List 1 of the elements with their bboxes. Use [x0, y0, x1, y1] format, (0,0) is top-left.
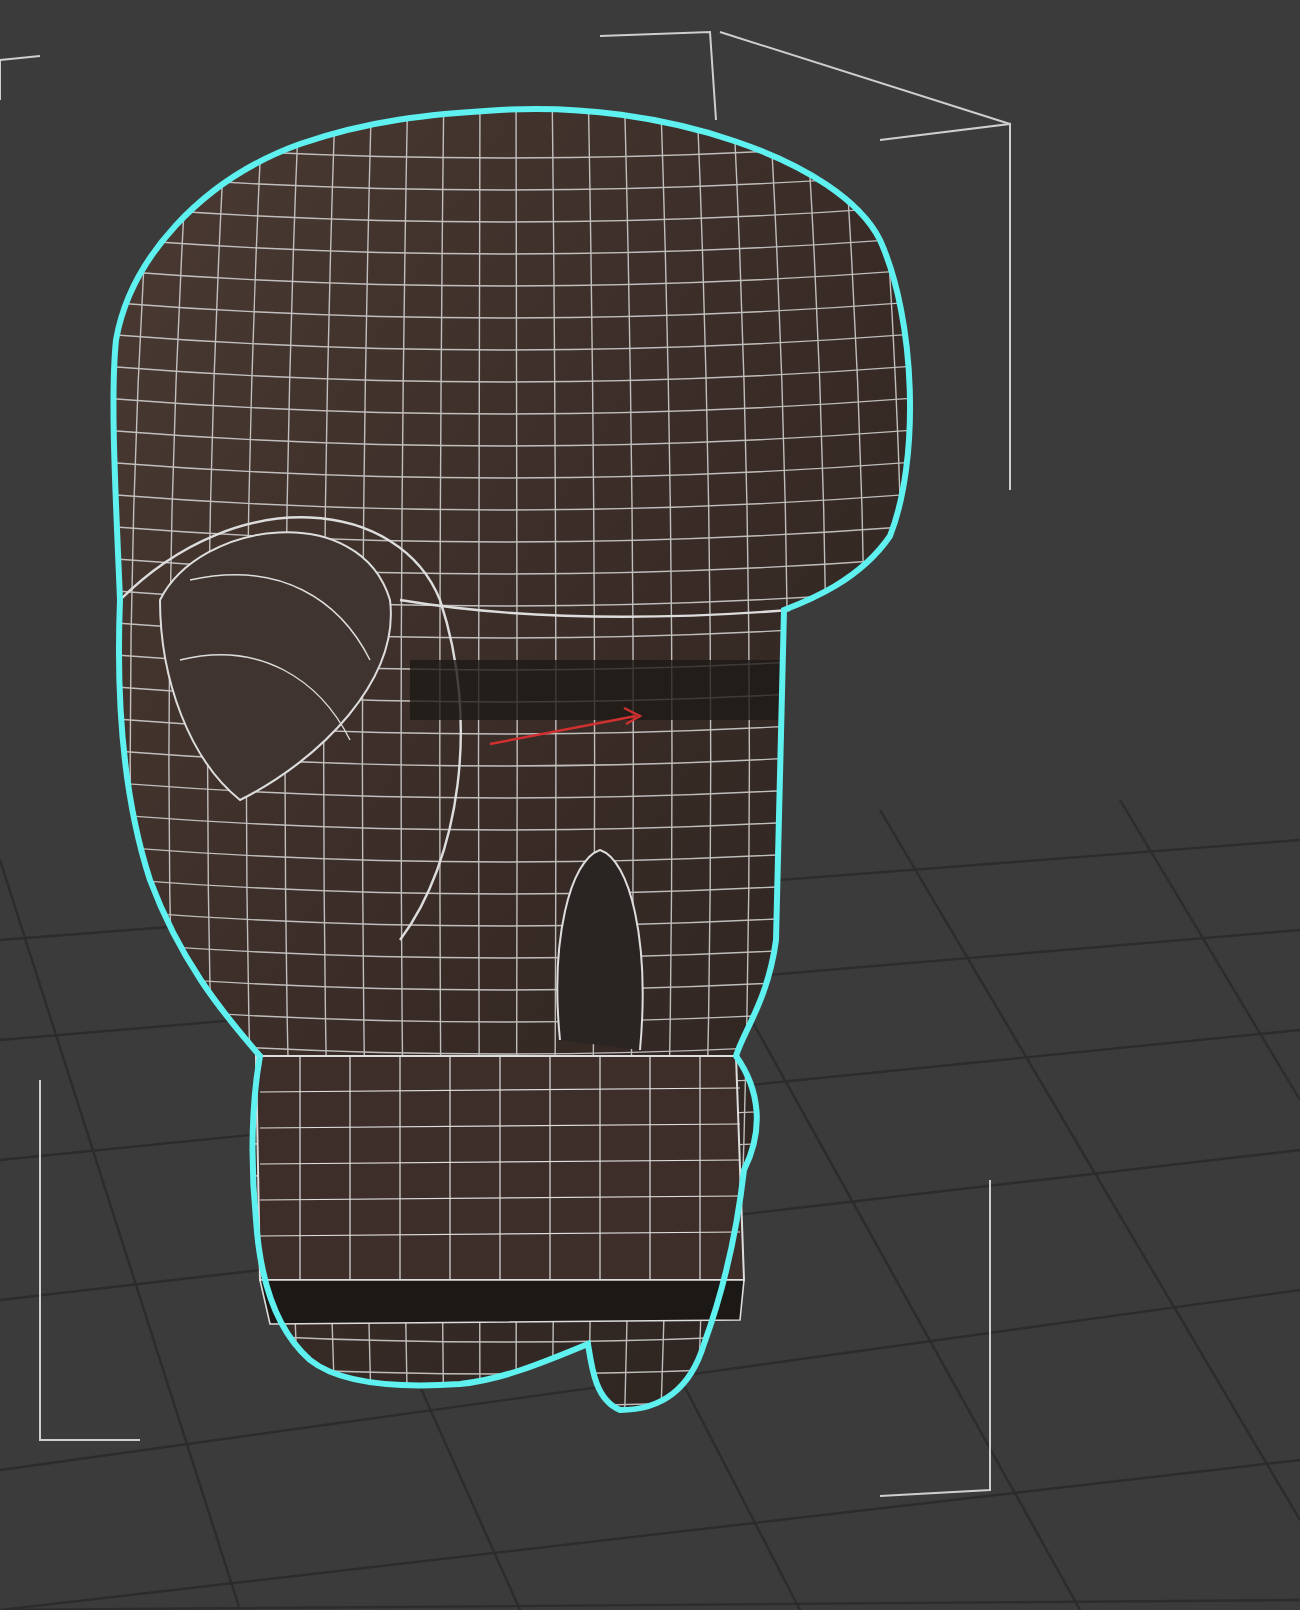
pivot-axis-icon — [488, 706, 643, 746]
